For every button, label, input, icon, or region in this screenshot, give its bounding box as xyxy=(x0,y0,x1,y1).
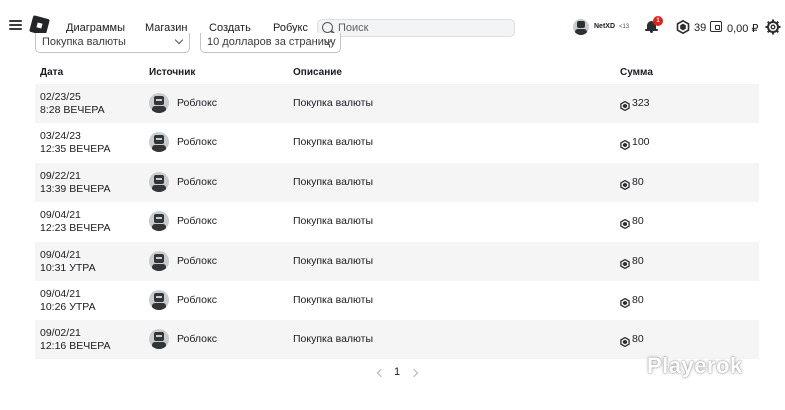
transaction-date: 09/22/21 13:39 ВЕЧЕРА xyxy=(40,170,111,196)
time-value: 13:39 ВЕЧЕРА xyxy=(40,182,111,195)
age-label: <13 xyxy=(619,24,630,30)
amount: 100 xyxy=(632,136,650,149)
description: Покупка валюты xyxy=(293,215,374,228)
source-avatar[interactable] xyxy=(149,250,169,271)
source-avatar[interactable] xyxy=(149,93,169,113)
amount: 80 xyxy=(632,175,644,188)
description: Покупка валюты xyxy=(293,175,374,188)
transaction-date: 09/04/21 10:26 УТРА xyxy=(40,288,96,314)
source-name[interactable]: Роблокс xyxy=(177,97,217,109)
robux-icon xyxy=(620,98,630,112)
current-page-number: 1 xyxy=(394,366,401,378)
description: Покупка валюты xyxy=(293,294,374,306)
date-value: 09/04/21 xyxy=(40,248,81,261)
per-page-dropdown[interactable]: 10 долларов за страницу xyxy=(200,33,341,53)
table-row: 09/22/21 13:39 ВЕЧЕРА Роблокс Покупка валют… xyxy=(35,162,759,202)
next-page-icon[interactable] xyxy=(409,368,419,378)
robux-icon xyxy=(620,137,630,151)
hamburger-menu-icon[interactable] xyxy=(9,20,23,30)
transaction-type-value: Покупка валюты xyxy=(42,36,126,48)
source-avatar[interactable] xyxy=(149,329,169,350)
date-value: 09/02/21 xyxy=(40,327,81,340)
source-name[interactable]: Роблокс xyxy=(177,333,217,345)
robux-icon xyxy=(620,177,630,190)
robux-icon xyxy=(620,334,630,348)
gear-icon[interactable] xyxy=(765,19,781,35)
source-avatar[interactable] xyxy=(149,132,169,153)
amount: 323 xyxy=(632,97,650,109)
table-row: 02/23/25 8:28 ВЕЧЕРА Роблокс Покупка валюты… xyxy=(35,84,759,123)
transaction-type-dropdown[interactable]: Покупка валюты xyxy=(35,33,190,53)
amount: 80 xyxy=(632,254,644,267)
time-value: 10:31 УТРА xyxy=(40,261,96,274)
transaction-date: 09/04/21 12:23 ВЕЧЕРА xyxy=(40,209,111,235)
description: Покупка валюты xyxy=(293,136,374,149)
robux-icon[interactable] xyxy=(676,20,690,34)
time-value: 8:28 ВЕЧЕРА xyxy=(40,104,105,116)
table-row: 09/04/21 10:31 УТРА Роблокс Покупка валюты 8… xyxy=(35,241,759,281)
robux-balance[interactable]: 39 xyxy=(694,22,706,34)
source-name[interactable]: Роблокс xyxy=(177,255,217,267)
description: Покупка валюты xyxy=(293,254,374,267)
per-page-value: 10 долларов за страницу xyxy=(207,36,336,48)
transaction-date: 09/02/21 12:16 ВЕЧЕРА xyxy=(40,327,111,353)
date-value: 09/04/21 xyxy=(40,288,81,300)
date-value: 09/22/21 xyxy=(40,169,81,182)
table-row: 03/24/23 12:35 ВЕЧЕРА Роблокс Покупка валют… xyxy=(35,123,759,162)
amount: 80 xyxy=(632,215,644,228)
previous-page-icon[interactable] xyxy=(376,368,386,378)
time-value: 10:26 УТРА xyxy=(40,301,96,313)
search-input[interactable] xyxy=(338,21,508,35)
transaction-date: 03/24/23 12:35 ВЕЧЕРА xyxy=(40,130,111,156)
date-value: 02/23/25 xyxy=(40,91,81,103)
transaction-date: 09/04/21 10:31 УТРА xyxy=(40,249,96,275)
playerok-watermark: Playerok xyxy=(647,353,743,378)
column-header-amount: Сумма xyxy=(620,67,653,78)
source-name[interactable]: Роблокс xyxy=(177,215,217,227)
table-row: 09/04/21 12:23 ВЕЧЕРА Роблокс Покупка валют… xyxy=(35,202,759,241)
column-header-description: Описание xyxy=(293,67,342,78)
robux-icon xyxy=(620,256,630,269)
time-value: 12:35 ВЕЧЕРА xyxy=(40,143,111,156)
table-row: 09/04/21 10:26 УТРА Роблокс Покупка валюты 8… xyxy=(35,281,759,320)
date-value: 09/04/21 xyxy=(40,209,81,222)
robux-icon xyxy=(620,216,630,230)
source-name[interactable]: Роблокс xyxy=(177,294,217,306)
username[interactable]: NetXD xyxy=(594,23,615,30)
chevron-down-icon xyxy=(174,35,184,45)
source-avatar[interactable] xyxy=(149,211,169,232)
description: Покупка валюты xyxy=(293,333,374,346)
robux-icon xyxy=(620,295,630,309)
search-box[interactable] xyxy=(317,19,515,37)
transaction-date: 02/23/25 8:28 ВЕЧЕРА xyxy=(40,91,105,117)
currency-balance[interactable]: 0,00 ₽ xyxy=(727,22,758,35)
amount: 80 xyxy=(632,294,644,306)
source-avatar[interactable] xyxy=(149,171,169,192)
source-name[interactable]: Роблокс xyxy=(177,136,217,148)
amount: 80 xyxy=(632,333,644,346)
description: Покупка валюты xyxy=(293,97,374,109)
time-value: 12:16 ВЕЧЕРА xyxy=(40,340,111,353)
user-avatar[interactable] xyxy=(573,19,589,35)
column-header-date: Дата xyxy=(40,67,64,78)
time-value: 12:23 ВЕЧЕРА xyxy=(40,222,111,235)
source-avatar[interactable] xyxy=(149,290,169,310)
date-value: 03/24/23 xyxy=(40,130,81,143)
column-header-source: Источник xyxy=(149,67,196,78)
wallet-icon[interactable] xyxy=(710,21,722,32)
source-name[interactable]: Роблокс xyxy=(177,176,217,188)
search-icon xyxy=(322,22,333,33)
notification-count-badge: 1 xyxy=(653,16,663,26)
